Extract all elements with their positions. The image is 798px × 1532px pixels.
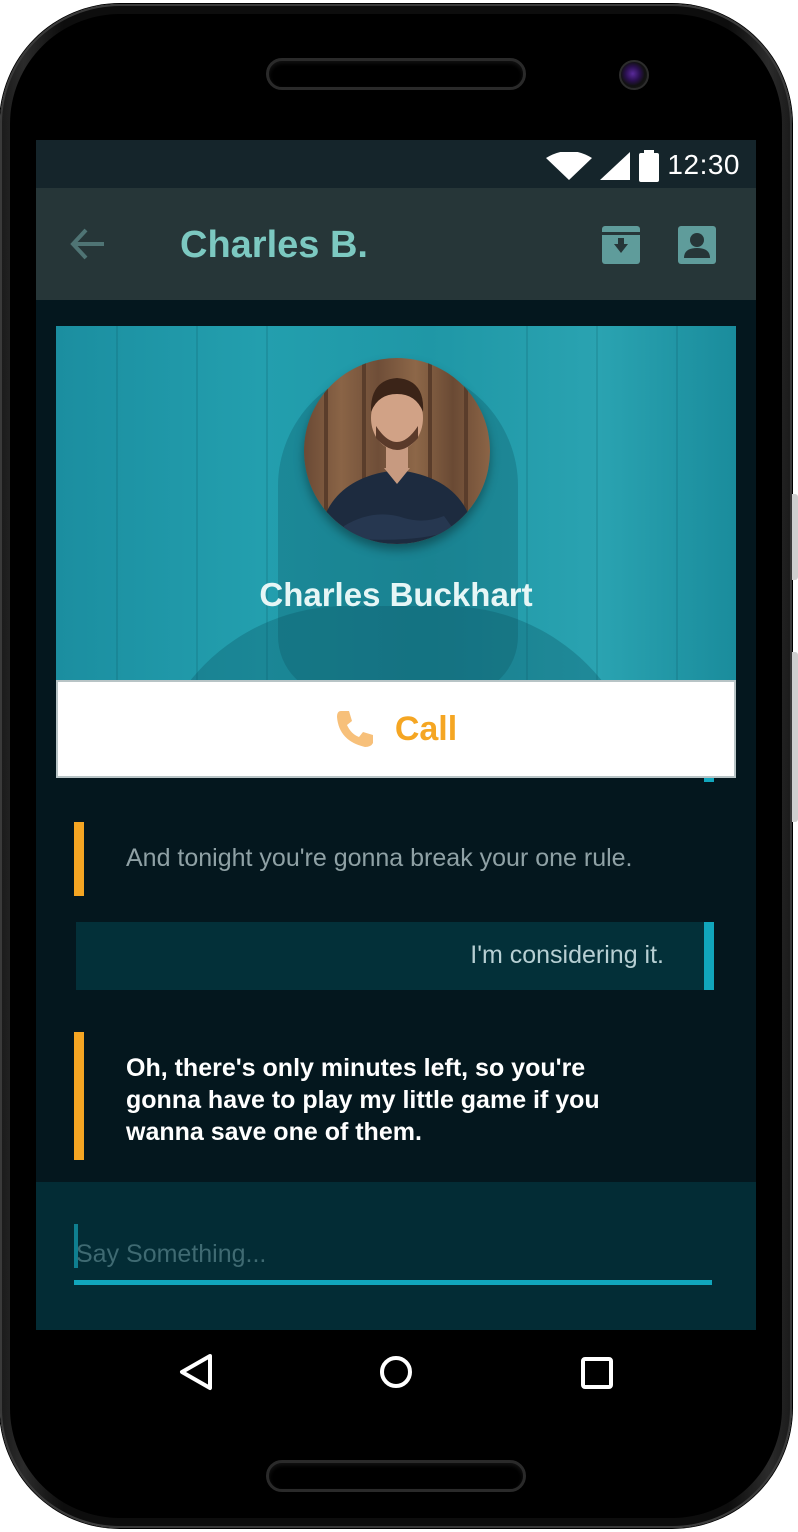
battery-icon (639, 150, 659, 182)
message-incoming[interactable]: Oh, there's only minutes left, so you're… (74, 1032, 714, 1160)
front-camera (619, 60, 649, 90)
power-button (792, 494, 798, 580)
avatar-portrait (318, 358, 476, 544)
message-composer (36, 1182, 756, 1330)
contact-profile-header: Charles Buckhart (56, 326, 736, 682)
message-text: And tonight you're gonna break your one … (126, 844, 633, 872)
avatar[interactable] (304, 358, 490, 544)
message-text: I'm considering it. (470, 941, 664, 969)
screen: 12:30 Charles B. Charles Buckhart Call A… (36, 140, 756, 1330)
archive-icon[interactable] (602, 226, 640, 264)
background-texture (196, 326, 198, 682)
wifi-icon (546, 152, 592, 180)
call-button[interactable]: Call (56, 680, 736, 778)
phone-icon (336, 711, 373, 747)
contact-name: Charles Buckhart (259, 576, 533, 613)
status-time: 12:30 (667, 149, 740, 180)
message-text: Oh, there's only minutes left, so you're… (126, 1054, 600, 1146)
outgoing-accent-bar (704, 922, 714, 990)
bottom-speaker (266, 1460, 526, 1492)
app-bar: Charles B. (36, 188, 756, 300)
input-underline (74, 1280, 712, 1285)
signal-icon (600, 152, 630, 180)
incoming-accent-bar (74, 822, 84, 896)
square-recent-icon[interactable] (580, 1356, 614, 1390)
message-outgoing[interactable]: I'm considering it. (76, 922, 714, 990)
arrow-left-icon[interactable] (68, 224, 108, 264)
status-bar: 12:30 (36, 140, 756, 188)
top-speaker (266, 58, 526, 90)
system-nav-bar (36, 1330, 756, 1416)
background-texture (676, 326, 678, 682)
background-texture (116, 326, 118, 682)
message-incoming[interactable]: And tonight you're gonna break your one … (74, 822, 714, 896)
page-title: Charles B. (180, 224, 368, 266)
message-input[interactable] (76, 1234, 712, 1274)
triangle-back-icon[interactable] (176, 1352, 216, 1392)
background-texture (596, 326, 598, 682)
outgoing-accent-edge (704, 778, 714, 782)
incoming-accent-bar (74, 1032, 84, 1160)
circle-home-icon[interactable] (378, 1354, 414, 1390)
status-icons (546, 150, 660, 182)
call-label: Call (394, 709, 458, 748)
volume-button (792, 652, 798, 822)
contact-icon[interactable] (678, 226, 716, 264)
